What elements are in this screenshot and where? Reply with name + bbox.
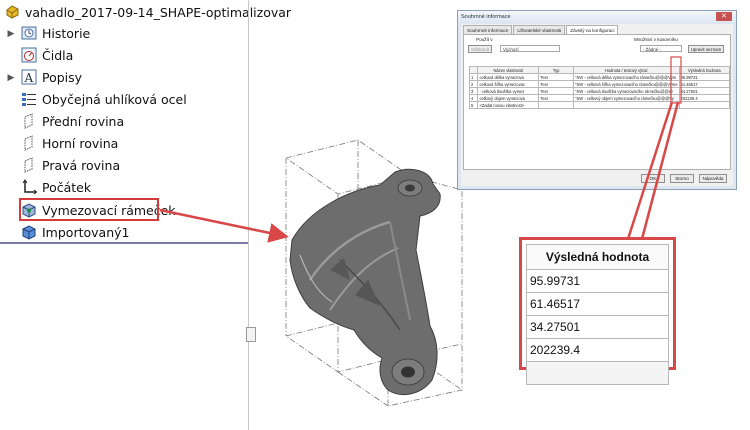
column-header: Typ — [538, 66, 575, 74]
table-row[interactable]: 4 celkový objem vymezova Text "SW - celk… — [468, 94, 731, 102]
plane-icon — [20, 112, 38, 130]
zoomed-values-table: Výsledná hodnota 95.99731 61.46517 34.27… — [526, 244, 669, 385]
tree-item-label: Čidla — [42, 47, 74, 63]
tab-panel: Použít v Odstranit Výchozí Množství v ku… — [463, 34, 731, 170]
tree-root-label: vahadlo_2017-09-14_SHAPE-optimalizovar — [25, 4, 292, 20]
column-header: Název vlastnosti — [477, 66, 540, 74]
bom-quantity-label: Množství v kusovníku — [634, 37, 678, 42]
panel-divider — [248, 0, 249, 430]
property-name[interactable]: celková délka vymezova — [477, 73, 540, 81]
row-number: 1 — [468, 73, 479, 81]
property-value: 202239.4 — [678, 94, 731, 102]
property-expression[interactable]: "SW - celková tloušťka vymezovacího ráme… — [573, 87, 680, 95]
help-button[interactable]: Nápověda — [699, 174, 727, 183]
dialog-titlebar[interactable]: Souhrnné informace ✕ — [458, 11, 736, 23]
property-expression[interactable]: "SW - celkový objem vymezovacího rámečku… — [573, 94, 680, 102]
tree-item-label: Horní rovina — [42, 135, 119, 151]
property-expression[interactable] — [573, 101, 680, 109]
summary-info-dialog: Souhrnné informace ✕ Souhrnné informace … — [457, 10, 737, 190]
row-number: 4 — [468, 94, 479, 102]
property-name[interactable]: - celková tloušťka vymez — [477, 87, 540, 95]
property-expression[interactable]: "SW - celková šířka vymezovacího rámečku… — [573, 80, 680, 88]
tree-item-origin[interactable]: Počátek — [0, 176, 91, 198]
property-name[interactable]: celkový objem vymezova — [477, 94, 540, 102]
tree-item-sensors[interactable]: Čidla — [0, 44, 73, 66]
tree-item-label: Pravá rovina — [42, 157, 121, 173]
property-expression[interactable]: "SW - celková délka vymezovacího rámečku… — [573, 73, 680, 81]
panel-resize-handle[interactable] — [246, 327, 256, 342]
column-header: Výsledná hodnota — [678, 66, 731, 74]
configuration-select[interactable]: Výchozí — [500, 45, 560, 52]
edit-list-button[interactable]: Upravit seznam — [688, 45, 724, 53]
tree-item-annotations[interactable]: ▶ A Popisy — [0, 66, 82, 88]
tree-item-imported-body[interactable]: Importovaný1 — [0, 221, 129, 243]
property-value — [678, 101, 731, 109]
table-cell — [526, 361, 669, 385]
column-header — [468, 66, 479, 74]
tree-item-label: Popisy — [42, 69, 83, 85]
tree-item-label: Počátek — [42, 179, 92, 195]
sensors-icon — [20, 46, 38, 64]
property-value: 61.46517 — [678, 80, 731, 88]
properties-table: Název vlastnosti Typ Hodnota / textový v… — [468, 66, 731, 109]
tree-item-material[interactable]: Obyčejná uhlíková ocel — [0, 88, 187, 110]
property-name[interactable]: celková šířka vymezovac — [477, 80, 540, 88]
tree-item-label: Přední rovina — [42, 113, 125, 129]
dialog-title: Souhrnné informace — [461, 14, 511, 20]
table-row[interactable]: 3 - celková tloušťka vymez Text "SW - ce… — [468, 87, 731, 95]
tree-item-label: Obyčejná uhlíková ocel — [42, 91, 187, 107]
close-icon[interactable]: ✕ — [716, 12, 732, 21]
row-number: 5 — [468, 101, 479, 109]
column-header: Výsledná hodnota — [526, 244, 669, 270]
property-name[interactable]: <Zadat novou vlastnost> — [477, 101, 540, 109]
table-cell: 61.46517 — [526, 292, 669, 316]
history-icon — [20, 24, 38, 42]
table-cell: 202239.4 — [526, 338, 669, 362]
imported-body-icon — [20, 223, 38, 241]
3d-model-view[interactable] — [270, 130, 470, 420]
property-type[interactable]: Text — [538, 94, 575, 102]
property-type[interactable] — [538, 101, 575, 109]
delete-button[interactable]: Odstranit — [468, 45, 492, 53]
table-header-row: Název vlastnosti Typ Hodnota / textový v… — [468, 66, 731, 74]
bom-quantity-select[interactable]: - Žádné - — [640, 45, 682, 52]
property-value: 34.27501 — [678, 87, 731, 95]
table-row[interactable]: 5 <Zadat novou vlastnost> — [468, 101, 731, 109]
row-number: 2 — [468, 80, 479, 88]
expand-arrow-icon[interactable]: ▶ — [6, 28, 16, 39]
expand-arrow-icon[interactable]: ▶ — [6, 72, 16, 83]
applies-to-label: Použít v — [476, 37, 493, 42]
tree-item-top-plane[interactable]: Horní rovina — [0, 132, 118, 154]
tree-item-front-plane[interactable]: Přední rovina — [0, 110, 124, 132]
tree-item-history[interactable]: ▶ Historie — [0, 22, 91, 44]
table-cell: 34.27501 — [526, 315, 669, 339]
property-type[interactable]: Text — [538, 80, 575, 88]
material-icon — [20, 90, 38, 108]
table-cell: 95.99731 — [526, 269, 669, 293]
tree-rollback-bar[interactable] — [0, 242, 248, 244]
row-number: 3 — [468, 87, 479, 95]
plane-icon — [20, 134, 38, 152]
property-type[interactable]: Text — [538, 73, 575, 81]
tree-item-right-plane[interactable]: Pravá rovina — [0, 154, 120, 176]
cancel-button[interactable]: Storno — [670, 174, 694, 183]
svg-text:A: A — [24, 71, 34, 85]
tree-item-label: Importovaný1 — [42, 224, 130, 240]
plane-icon — [20, 156, 38, 174]
optimized-part-shape — [289, 168, 441, 396]
column-header: Hodnota / textový výraz — [573, 66, 680, 74]
table-row[interactable]: 1 celková délka vymezova Text "SW - celk… — [468, 73, 731, 81]
highlight-frame — [19, 198, 159, 221]
property-value: 95.99731 — [678, 73, 731, 81]
ok-button[interactable]: OK — [641, 174, 665, 183]
property-type[interactable]: Text — [538, 87, 575, 95]
tree-item-label: Historie — [42, 25, 91, 41]
table-row[interactable]: 2 celková šířka vymezovac Text "SW - cel… — [468, 80, 731, 88]
origin-icon — [20, 178, 38, 196]
annotations-icon: A — [20, 68, 38, 86]
part-icon — [3, 3, 21, 21]
dialog-body: Souhrnné informace Uživatelské vlastnost… — [461, 24, 733, 186]
zoomed-values-callout: Výsledná hodnota 95.99731 61.46517 34.27… — [519, 237, 676, 385]
